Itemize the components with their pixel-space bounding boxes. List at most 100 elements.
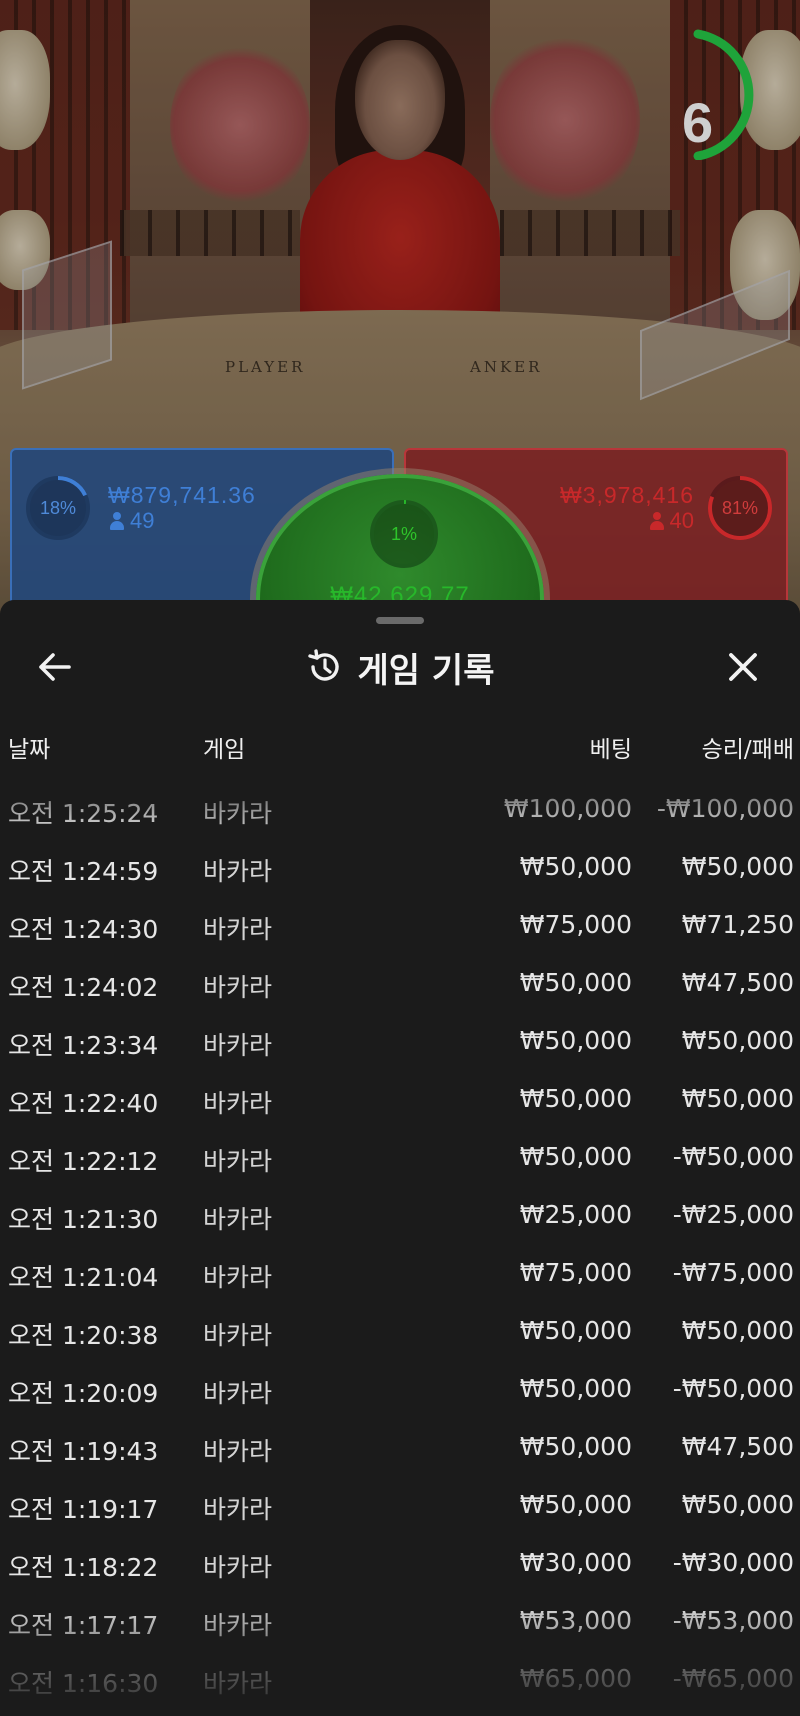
history-row[interactable]: 오전 1:16:30 바카라 ₩65,000 -₩65,000 [0,1656,800,1714]
history-row-game: 바카라 [203,1437,273,1466]
banker-bettor-count: 40 [649,508,694,534]
history-row-game: 바카라 [203,1495,273,1524]
history-row-bet: ₩75,000 [519,1258,632,1287]
column-header-date: 날짜 [8,737,51,763]
history-row-bet: ₩75,000 [519,910,632,939]
close-icon [729,653,757,681]
history-row-result: ₩50,000 [681,1316,794,1345]
history-row-time: 오전 1:25:24 [8,799,159,828]
history-row-time: 오전 1:22:12 [8,1147,159,1176]
history-row[interactable]: 오전 1:18:22 바카라 ₩30,000 -₩30,000 [0,1540,800,1598]
sheet-drag-handle[interactable] [376,617,424,624]
history-row[interactable]: 오전 1:20:09 바카라 ₩50,000 -₩50,000 [0,1366,800,1424]
person-icon [110,512,124,530]
history-row-result: ₩50,000 [681,1490,794,1519]
countdown-seconds: 6 [682,91,714,154]
column-header-game: 게임 [203,737,246,763]
history-row-result: -₩75,000 [672,1258,794,1287]
history-row-result: -₩25,000 [672,1200,794,1229]
history-row-time: 오전 1:19:43 [8,1437,159,1466]
player-total-bet: ₩879,741.36 [108,482,256,508]
tie-percent-ring: 1% [368,498,440,570]
history-table-body: 오전 1:25:24 바카라 ₩100,000 -₩100,000 오전 1:24:59… [0,786,800,1714]
history-row-game: 바카라 [203,1379,273,1408]
history-row[interactable]: 오전 1:23:34 바카라 ₩50,000 ₩50,000 [0,1018,800,1076]
history-row-bet: ₩50,000 [519,852,632,881]
history-row-game: 바카라 [203,1205,273,1234]
history-row[interactable]: 오전 1:21:30 바카라 ₩25,000 -₩25,000 [0,1192,800,1250]
history-row-time: 오전 1:21:30 [8,1205,159,1234]
history-row-result: -₩53,000 [672,1606,794,1635]
history-row-game: 바카라 [203,1031,273,1060]
history-row-result: -₩100,000 [656,794,794,823]
history-row-time: 오전 1:20:38 [8,1321,159,1350]
history-table-header: 날짜 게임 베팅 승리/패배 [0,730,800,770]
history-row-result: -₩50,000 [672,1374,794,1403]
player-bettor-count: 49 [110,508,154,534]
person-icon [649,512,664,530]
history-row[interactable]: 오전 1:21:04 바카라 ₩75,000 -₩75,000 [0,1250,800,1308]
banker-percent-ring: 81% [706,474,774,542]
history-row-result: ₩47,500 [681,968,794,997]
history-row[interactable]: 오전 1:22:12 바카라 ₩50,000 -₩50,000 [0,1134,800,1192]
history-row-game: 바카라 [203,1553,273,1582]
history-row-result: -₩65,000 [672,1664,794,1693]
banker-total-bet: ₩3,978,416 [559,482,694,508]
history-row[interactable]: 오전 1:17:17 바카라 ₩53,000 -₩53,000 [0,1598,800,1656]
history-row-bet: ₩100,000 [503,794,632,823]
game-history-sheet: 게임 기록 날짜 게임 베팅 승리/패배 오전 1:25:24 바카라 ₩100,0… [0,600,800,1716]
history-row-result: ₩50,000 [681,852,794,881]
history-row-game: 바카라 [203,1089,273,1118]
history-row-result: ₩47,500 [681,1432,794,1461]
history-row[interactable]: 오전 1:24:30 바카라 ₩75,000 ₩71,250 [0,902,800,960]
history-row-time: 오전 1:24:59 [8,857,159,886]
history-row-time: 오전 1:19:17 [8,1495,159,1524]
history-row-game: 바카라 [203,857,273,886]
history-row-game: 바카라 [203,973,273,1002]
history-row-time: 오전 1:24:30 [8,915,159,944]
history-row-game: 바카라 [203,799,273,828]
history-row[interactable]: 오전 1:25:24 바카라 ₩100,000 -₩100,000 [0,786,800,844]
history-row-bet: ₩25,000 [519,1200,632,1229]
banker-percent: 81% [721,497,759,518]
history-row-result: ₩71,250 [681,910,794,939]
live-dealer-video: PLAYER ANKER 6 18% ₩879,741.36 49 81% ₩3… [0,0,800,620]
history-row-game: 바카라 [203,1147,273,1176]
column-header-bet: 베팅 [589,737,632,763]
history-row[interactable]: 오전 1:20:38 바카라 ₩50,000 ₩50,000 [0,1308,800,1366]
player-percent: 18% [39,497,77,518]
history-row[interactable]: 오전 1:19:43 바카라 ₩50,000 ₩47,500 [0,1424,800,1482]
player-percent-ring: 18% [24,474,92,542]
history-row-game: 바카라 [203,1263,273,1292]
history-row-time: 오전 1:23:34 [8,1031,159,1060]
history-row-bet: ₩53,000 [519,1606,632,1635]
history-row-result: ₩50,000 [681,1026,794,1055]
history-row-bet: ₩50,000 [519,968,632,997]
history-row[interactable]: 오전 1:24:59 바카라 ₩50,000 ₩50,000 [0,844,800,902]
history-row-time: 오전 1:21:04 [8,1263,159,1292]
history-row[interactable]: 오전 1:19:17 바카라 ₩50,000 ₩50,000 [0,1482,800,1540]
history-row-time: 오전 1:18:22 [8,1553,159,1582]
history-row-time: 오전 1:20:09 [8,1379,159,1408]
history-row-result: -₩50,000 [672,1142,794,1171]
column-header-win-loss: 승리/패배 [701,737,794,763]
tie-percent: 1% [390,523,417,544]
history-icon [307,649,339,681]
history-row-bet: ₩50,000 [519,1026,632,1055]
sheet-title: 게임 기록 [0,640,800,694]
history-row-time: 오전 1:16:30 [8,1669,159,1698]
history-row-bet: ₩30,000 [519,1548,632,1577]
history-row-result: ₩50,000 [681,1084,794,1113]
sheet-title-text: 게임 기록 [357,650,495,691]
history-row-game: 바카라 [203,1611,273,1640]
history-row-game: 바카라 [203,1321,273,1350]
history-row-bet: ₩50,000 [519,1374,632,1403]
history-row-result: -₩30,000 [672,1548,794,1577]
history-row-time: 오전 1:24:02 [8,973,159,1002]
history-row-time: 오전 1:17:17 [8,1611,159,1640]
history-row-time: 오전 1:22:40 [8,1089,159,1118]
history-row[interactable]: 오전 1:22:40 바카라 ₩50,000 ₩50,000 [0,1076,800,1134]
close-button[interactable] [716,640,770,694]
history-row[interactable]: 오전 1:24:02 바카라 ₩50,000 ₩47,500 [0,960,800,1018]
history-row-bet: ₩50,000 [519,1142,632,1171]
